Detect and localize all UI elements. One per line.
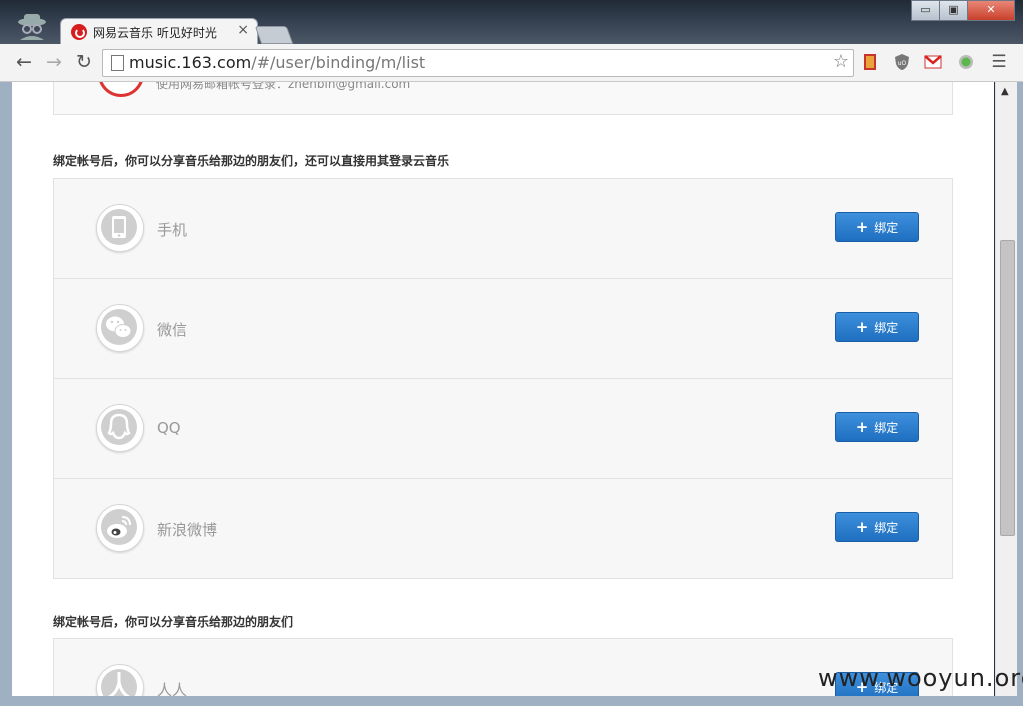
bind-label: 绑定 bbox=[874, 321, 899, 335]
account-name: 新浪微博 bbox=[157, 521, 218, 539]
scroll-thumb[interactable] bbox=[1000, 240, 1015, 536]
qq-icon bbox=[96, 404, 144, 452]
account-name: QQ bbox=[157, 419, 181, 437]
netease-music-logo-icon bbox=[71, 24, 87, 40]
reload-icon[interactable]: ↻ bbox=[72, 50, 96, 74]
window-frame-bottom bbox=[0, 696, 1023, 706]
minimize-button[interactable]: ▭ bbox=[911, 0, 940, 21]
incognito-icon bbox=[18, 14, 46, 40]
watermark: www.wooyun.org bbox=[818, 664, 1023, 692]
wechat-icon bbox=[96, 304, 144, 352]
binding-list: 手机 + 绑定 微信 + 绑定 QQ + 绑定 新浪微博 + 绑定 bbox=[53, 178, 953, 579]
list-item: 微信 + 绑定 bbox=[54, 279, 952, 379]
plus-icon: + bbox=[855, 418, 869, 436]
new-tab-button[interactable] bbox=[254, 26, 294, 44]
window-controls: ▭ ▣ ✕ bbox=[911, 0, 1015, 21]
browser-toolbar: ← → ↻ music.163.com/#/user/binding/m/lis… bbox=[0, 44, 1023, 82]
window-frame-left bbox=[0, 82, 12, 706]
address-bar[interactable]: music.163.com/#/user/binding/m/list ☆ bbox=[102, 49, 854, 77]
current-account-box: 使用网易邮箱帐号登录：zhenbin@gmail.com bbox=[53, 82, 953, 115]
svg-text:uO: uO bbox=[898, 60, 907, 67]
bind-label: 绑定 bbox=[874, 221, 899, 235]
ublock-shield-icon[interactable]: uO bbox=[893, 53, 911, 71]
account-name: 人人 bbox=[157, 681, 188, 696]
gmail-icon[interactable] bbox=[924, 53, 942, 71]
url-text[interactable]: music.163.com/#/user/binding/m/list bbox=[129, 53, 425, 72]
account-name: 微信 bbox=[157, 321, 188, 339]
bookmark-star-icon[interactable]: ☆ bbox=[833, 51, 849, 72]
phone-icon bbox=[96, 204, 144, 252]
list-item: QQ + 绑定 bbox=[54, 379, 952, 479]
bind-phone-button[interactable]: + 绑定 bbox=[835, 212, 919, 242]
renren-icon bbox=[96, 664, 144, 696]
section-title-share-binding: 绑定帐号后，你可以分享音乐给那边的朋友们 bbox=[53, 615, 294, 629]
maximize-button[interactable]: ▣ bbox=[939, 0, 968, 21]
netease-mail-icon bbox=[98, 82, 144, 97]
window-titlebar: 网易云音乐 听见好时光 × ▭ ▣ ✕ bbox=[0, 0, 1023, 45]
bind-weibo-button[interactable]: + 绑定 bbox=[835, 512, 919, 542]
bookmark-extension-icon[interactable] bbox=[862, 53, 880, 71]
list-item: 新浪微博 + 绑定 bbox=[54, 479, 952, 578]
menu-icon[interactable]: ☰ bbox=[987, 50, 1011, 74]
section-title-login-binding: 绑定帐号后，你可以分享音乐给那边的朋友们，还可以直接用其登录云音乐 bbox=[53, 154, 450, 168]
bind-label: 绑定 bbox=[874, 521, 899, 535]
tab-title: 网易云音乐 听见好时光 bbox=[93, 26, 217, 40]
forward-arrow-icon[interactable]: → bbox=[42, 50, 66, 74]
plus-icon: + bbox=[855, 218, 869, 236]
current-account-text: 使用网易邮箱帐号登录：zhenbin@gmail.com bbox=[156, 82, 411, 91]
list-item: 手机 + 绑定 bbox=[54, 179, 952, 279]
bind-label: 绑定 bbox=[874, 421, 899, 435]
status-dot-icon[interactable] bbox=[957, 53, 975, 71]
plus-icon: + bbox=[855, 318, 869, 336]
weibo-icon bbox=[96, 504, 144, 552]
page-icon bbox=[111, 55, 124, 71]
bind-qq-button[interactable]: + 绑定 bbox=[835, 412, 919, 442]
url-host: music.163.com bbox=[129, 53, 252, 72]
scroll-up-arrow-icon[interactable]: ▲ bbox=[1001, 86, 1009, 97]
close-window-button[interactable]: ✕ bbox=[967, 0, 1015, 21]
account-name: 手机 bbox=[157, 221, 188, 239]
bind-wechat-button[interactable]: + 绑定 bbox=[835, 312, 919, 342]
tab-close-button[interactable]: × bbox=[237, 22, 249, 38]
plus-icon: + bbox=[855, 518, 869, 536]
browser-tab[interactable]: 网易云音乐 听见好时光 × bbox=[60, 18, 258, 45]
back-arrow-icon[interactable]: ← bbox=[12, 50, 36, 74]
url-path: /#/user/binding/m/list bbox=[251, 53, 426, 72]
vertical-scrollbar[interactable]: ▲ bbox=[995, 82, 1017, 696]
page-viewport: 使用网易邮箱帐号登录：zhenbin@gmail.com 绑定帐号后，你可以分享… bbox=[12, 82, 994, 696]
window-frame-right bbox=[1016, 82, 1023, 706]
